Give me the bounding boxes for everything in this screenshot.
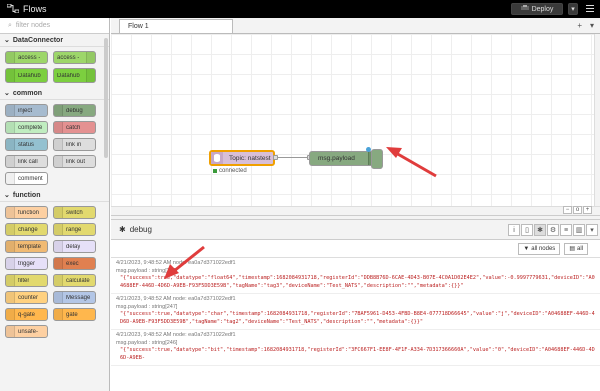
annotation-arrows: [164, 147, 437, 279]
arrow-to-debug-node: [386, 147, 437, 178]
arrow-to-debug-output: [164, 245, 205, 279]
